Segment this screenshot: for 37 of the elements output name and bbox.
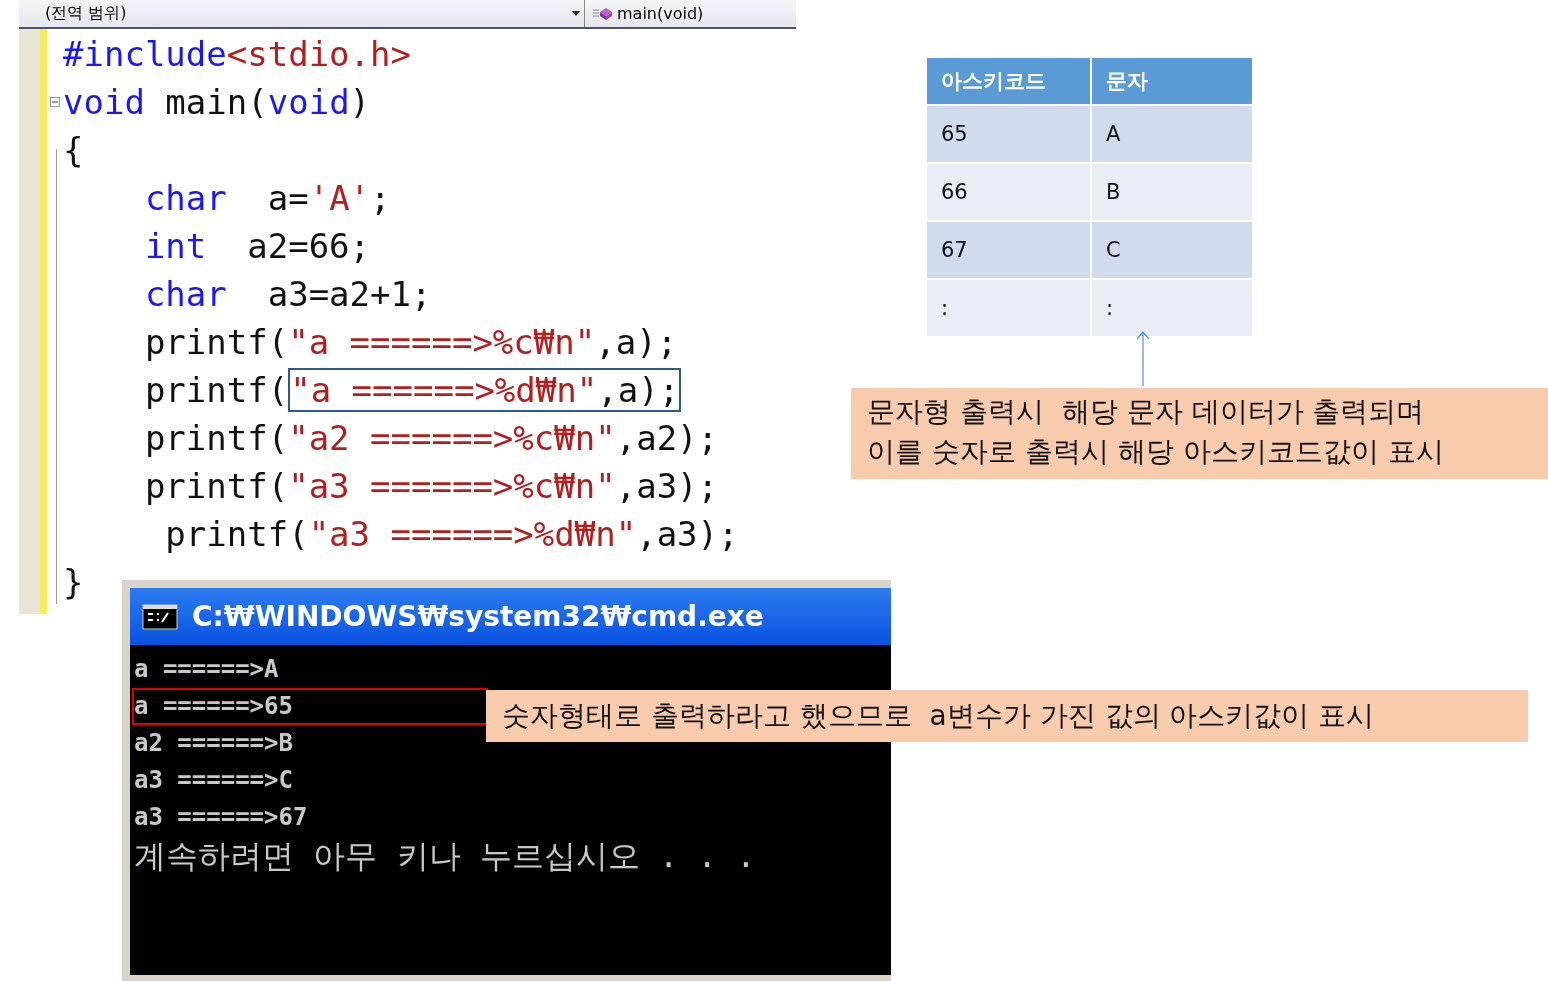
- table-cell: :: [1091, 279, 1253, 337]
- member-dropdown[interactable]: main(void): [585, 0, 704, 27]
- code-line: printf("a2 ======>%c₩n",a2);: [143, 417, 719, 460]
- column-header: 아스키코드: [927, 58, 1091, 105]
- code-line: void main(void): [47, 78, 371, 126]
- method-cube-icon: [593, 6, 613, 21]
- console-output-line: a3 ======>C: [134, 765, 293, 796]
- code-line: {: [62, 129, 84, 172]
- table-cell: A: [1091, 105, 1253, 163]
- table-cell: 65: [927, 105, 1091, 163]
- window-title: C:₩WINDOWS₩system32₩cmd.exe: [192, 600, 764, 633]
- pointer-arrow: [1136, 330, 1150, 386]
- code-line: printf("a3 ======>%c₩n",a3);: [143, 465, 719, 508]
- table-cell: 66: [927, 163, 1091, 221]
- console-output-line: a ======>65: [134, 690, 486, 723]
- table-cell: C: [1091, 221, 1253, 279]
- console-output-line: a ======>A: [134, 654, 279, 685]
- table-cell: B: [1091, 163, 1253, 221]
- console-icon: [142, 603, 178, 630]
- console-output-line: a2 ======>B: [134, 728, 293, 759]
- code-line: int a2=66;: [143, 225, 371, 268]
- table-cell: 67: [927, 221, 1091, 279]
- code-line: printf("a ======>%c₩n",a);: [143, 321, 678, 364]
- column-header: 문자: [1091, 58, 1253, 105]
- callout-note: 숫자형태로 출력하라고 했으므로 a변수가 가진 값의 아스키값이 표시: [486, 690, 1528, 742]
- scope-dropdown[interactable]: (전역 범위): [19, 0, 585, 27]
- table-cell: :: [927, 279, 1091, 337]
- collapse-icon[interactable]: [50, 97, 60, 107]
- console-prompt-text: 계속하려면 아무 키나 누르십시오 . . .: [134, 836, 757, 876]
- code-line: char a3=a2+1;: [143, 273, 432, 316]
- console-output-line: a3 ======>67: [134, 802, 308, 833]
- code-line: printf("a3 ======>%d₩n",a3);: [164, 513, 739, 556]
- dropdown-arrow-icon: [572, 11, 580, 16]
- code-line: #include<stdio.h>: [62, 33, 411, 76]
- code-line: }: [62, 561, 84, 604]
- callout-note: 문자형 출력시 해당 문자 데이터가 출력되며 이를 숫자로 출력시 해당 아스키코드값이 표시: [851, 388, 1548, 479]
- code-line: char a='A';: [143, 177, 391, 220]
